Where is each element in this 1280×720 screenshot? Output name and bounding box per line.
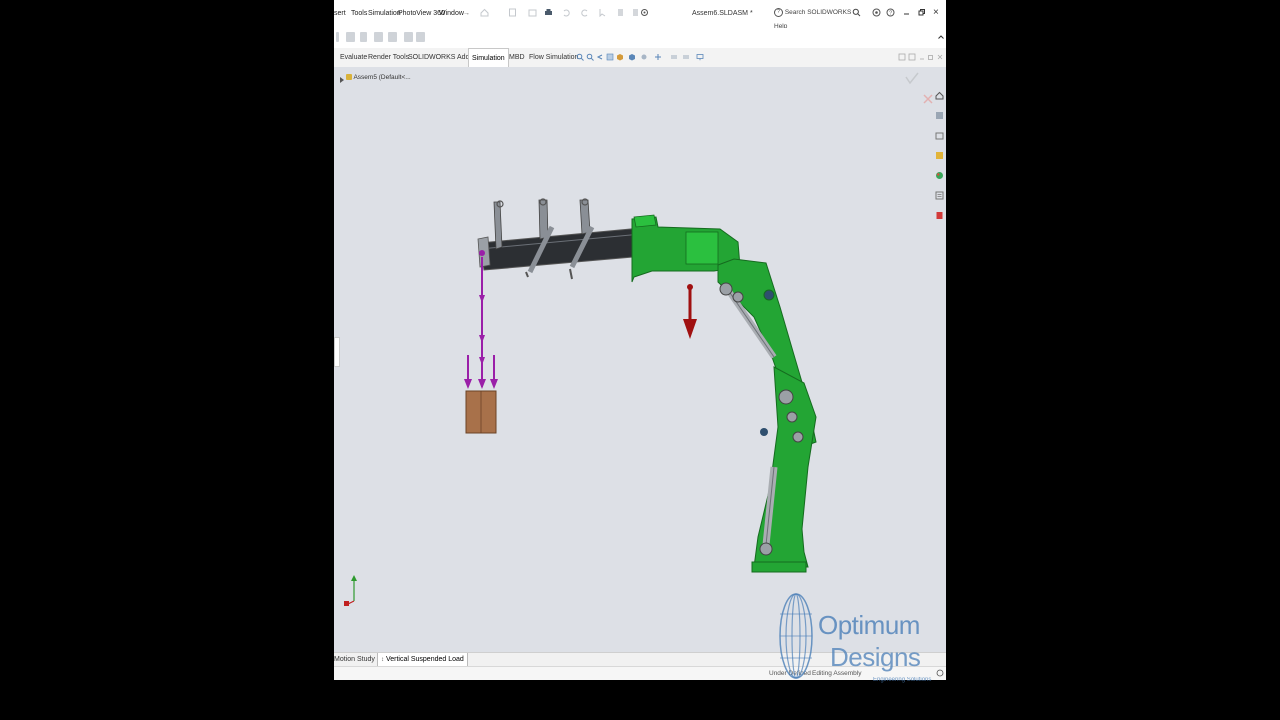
doc-restore-icon[interactable]	[927, 53, 935, 61]
menu-tools[interactable]: Tools	[351, 10, 367, 17]
toolbar-tool-6-icon[interactable]	[416, 32, 425, 42]
coordinate-triad	[344, 575, 357, 606]
watermark-line-2: Designs	[830, 642, 921, 672]
search-help-placeholder: Search SOLIDWORKS Help	[774, 9, 852, 30]
search-icon[interactable]	[852, 8, 861, 17]
crane-boom-extension	[477, 198, 657, 280]
search-help-box[interactable]: ? Search SOLIDWORKS Help	[774, 6, 862, 30]
gravity-load-arrow	[683, 284, 697, 339]
pin-icon[interactable]: →	[463, 10, 470, 17]
optimum-designs-watermark: Optimum Designs Engineering Solutions	[778, 592, 932, 684]
apply-scene-icon[interactable]	[670, 53, 678, 61]
graphics-area[interactable]: Assem5 (Default<...	[334, 67, 946, 652]
close-window-button[interactable]: ×	[933, 7, 939, 18]
hide-show-items-icon[interactable]	[640, 53, 648, 61]
view-orientation-icon[interactable]	[616, 53, 624, 61]
simulation-advisor-icon[interactable]	[935, 211, 944, 220]
display-style-icon[interactable]	[628, 53, 636, 61]
user-icon[interactable]	[872, 8, 881, 17]
custom-properties-icon[interactable]	[935, 191, 944, 200]
solidworks-resources-icon[interactable]	[935, 91, 944, 100]
doc-close-icon[interactable]	[936, 53, 944, 61]
tab-vertical-suspended-load[interactable]: ↕ Vertical Suspended Load	[377, 653, 468, 667]
toolbar-tool-2-icon[interactable]	[360, 32, 367, 42]
tab-flow-simulation[interactable]: Flow Simulation	[526, 48, 581, 67]
watermark-line-1: Optimum	[818, 610, 920, 640]
solidworks-window: sert Tools Simulation PhotoView 360 Wind…	[334, 0, 946, 680]
monitor-icon[interactable]	[696, 53, 704, 61]
toolbar-tool-3-icon[interactable]	[374, 32, 383, 42]
toolbar-tool-1-icon[interactable]	[346, 32, 355, 42]
tab-mbd[interactable]: MBD	[506, 48, 528, 67]
zoom-to-fit-icon[interactable]	[576, 53, 584, 61]
minimize-icon[interactable]	[902, 8, 911, 17]
toolbar-tool-4-icon[interactable]	[388, 32, 397, 42]
crane-main-body	[631, 214, 817, 573]
menu-photoview[interactable]: PhotoView 360	[398, 10, 445, 17]
rebuild-icon[interactable]	[616, 8, 625, 17]
zoom-area-icon[interactable]	[586, 53, 594, 61]
view-palette-icon[interactable]	[935, 151, 944, 160]
confirmation-corner[interactable]	[905, 72, 933, 104]
status-settings-icon[interactable]	[936, 669, 944, 677]
crane-model[interactable]	[334, 67, 946, 652]
command-tabs: Evaluate Render Tools SOLIDWORKS Add-Ins…	[334, 48, 946, 68]
open-icon[interactable]	[528, 8, 537, 17]
svg-text:?: ?	[889, 11, 892, 17]
toolbar-handle-icon	[336, 32, 339, 42]
globe-logo-icon	[779, 593, 813, 679]
menu-insert[interactable]: sert	[334, 10, 346, 17]
load-force-arrows	[464, 355, 498, 389]
new-document-icon[interactable]	[508, 8, 517, 17]
redo-icon[interactable]	[580, 8, 589, 17]
print-icon[interactable]	[544, 8, 553, 17]
restore-icon[interactable]	[917, 8, 926, 17]
menu-window[interactable]: Window	[439, 10, 464, 17]
file-explorer-icon[interactable]	[935, 131, 944, 140]
edit-appearance-icon[interactable]	[654, 53, 662, 61]
file-properties-icon[interactable]	[631, 8, 640, 17]
help-icon[interactable]: ?	[886, 8, 895, 17]
toolbar-tool-5-icon[interactable]	[404, 32, 413, 42]
view-settings-icon[interactable]	[682, 53, 690, 61]
undo-icon[interactable]	[562, 8, 571, 17]
study-icon: ↕	[381, 657, 384, 663]
watermark-tagline: Engineering Solutions	[873, 677, 932, 683]
tile-vertical-icon[interactable]	[908, 53, 916, 61]
design-library-icon[interactable]	[935, 111, 944, 120]
previous-view-icon[interactable]	[596, 53, 604, 61]
tile-horizontal-icon[interactable]	[898, 53, 906, 61]
command-manager-toolbar	[334, 28, 946, 49]
tab-simulation[interactable]: Simulation	[468, 48, 509, 68]
home-icon[interactable]	[480, 8, 489, 17]
help-question-icon: ?	[774, 7, 783, 17]
suspended-load-box	[465, 390, 497, 434]
title-bar: sert Tools Simulation PhotoView 360 Wind…	[334, 0, 946, 30]
collapse-chevron-icon[interactable]	[937, 33, 945, 41]
menu-simulation[interactable]: Simulation	[368, 10, 401, 17]
doc-minimize-icon[interactable]	[918, 53, 926, 61]
appearances-icon[interactable]	[935, 171, 944, 180]
select-icon[interactable]	[598, 8, 607, 17]
tab-vertical-suspended-load-label: Vertical Suspended Load	[385, 656, 464, 663]
options-gear-icon[interactable]	[640, 8, 649, 17]
document-title: Assem6.SLDASM *	[692, 10, 753, 17]
section-view-icon[interactable]	[606, 53, 614, 61]
